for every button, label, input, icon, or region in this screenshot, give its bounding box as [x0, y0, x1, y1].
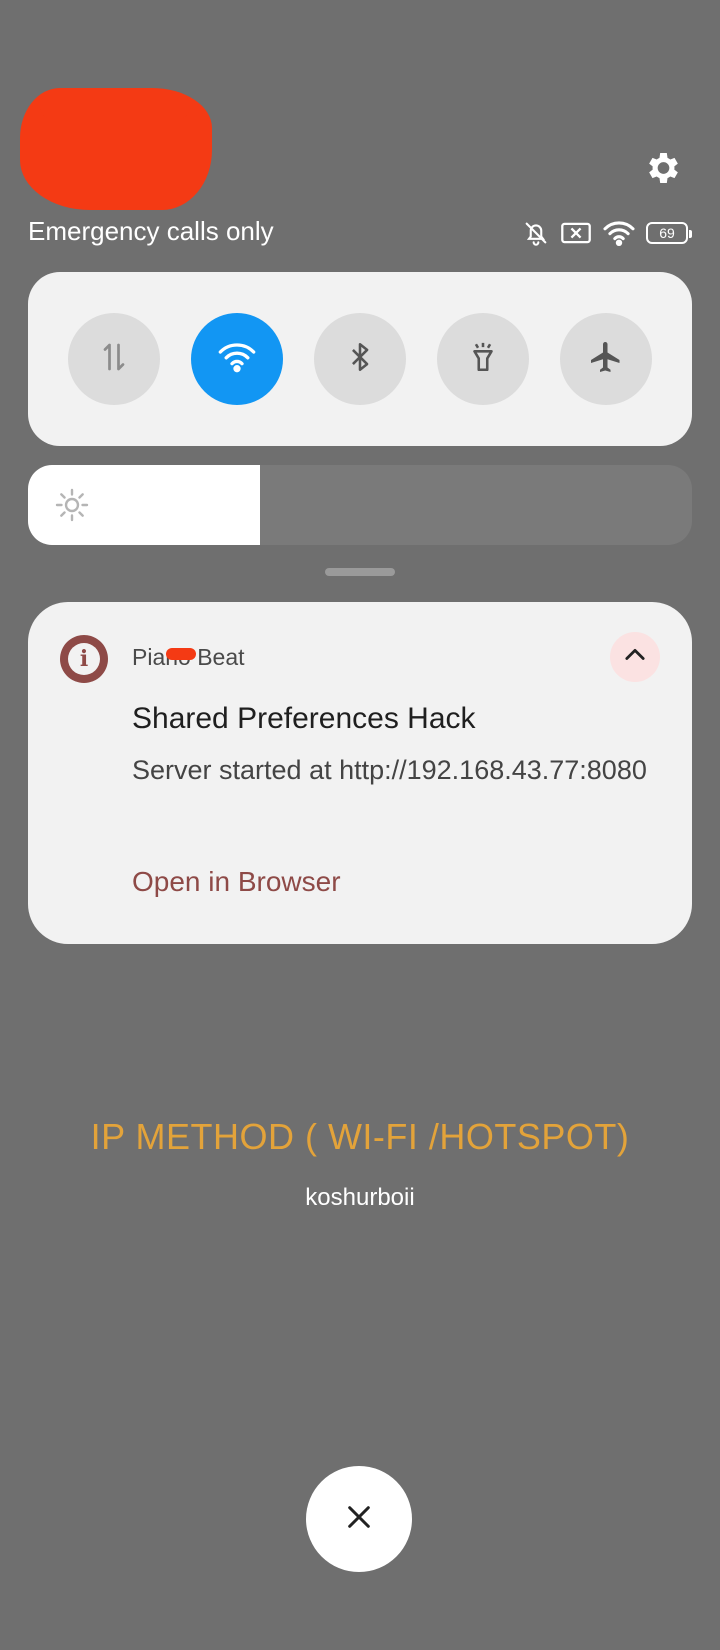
airplane-icon — [588, 339, 624, 380]
redacted-mark — [40, 92, 190, 120]
wifi-icon — [217, 339, 257, 380]
redacted-mark — [166, 648, 196, 660]
close-button[interactable] — [306, 1466, 412, 1572]
settings-gear-icon[interactable] — [642, 148, 682, 188]
open-in-browser-button[interactable]: Open in Browser — [132, 866, 341, 898]
chevron-up-icon — [621, 641, 649, 674]
bluetooth-icon — [343, 339, 377, 380]
status-icons: 69 — [522, 218, 692, 248]
carrier-status-text: Emergency calls only — [28, 216, 274, 246]
overlay-title: IP METHOD ( WI-FI /HOTSPOT) — [90, 1116, 630, 1157]
airplane-mode-tile[interactable] — [560, 313, 652, 405]
notification-text: Server started at http://192.168.43.77:8… — [132, 755, 647, 785]
notification-card[interactable]: i Piano Beat Shared Preferences Hack Ser… — [28, 602, 692, 944]
info-icon: i — [60, 635, 108, 683]
wifi-tile[interactable] — [191, 313, 283, 405]
arrows-up-down-icon — [96, 339, 132, 380]
overlay-subtitle: koshurboii — [305, 1184, 415, 1211]
bluetooth-tile[interactable] — [314, 313, 406, 405]
flashlight-icon — [466, 339, 500, 380]
wifi-icon — [602, 219, 636, 247]
collapse-button[interactable] — [610, 632, 660, 682]
brightness-slider[interactable] — [28, 465, 692, 545]
notification-title: Shared Preferences Hack — [132, 702, 476, 735]
mobile-data-tile[interactable] — [68, 313, 160, 405]
bell-off-icon — [522, 219, 550, 247]
quick-settings-panel — [28, 272, 692, 446]
close-icon — [343, 1501, 375, 1538]
drag-handle[interactable] — [325, 568, 395, 576]
no-sim-icon — [560, 219, 592, 247]
flashlight-tile[interactable] — [437, 313, 529, 405]
sun-icon — [54, 487, 90, 528]
battery-icon: 69 — [646, 222, 692, 244]
